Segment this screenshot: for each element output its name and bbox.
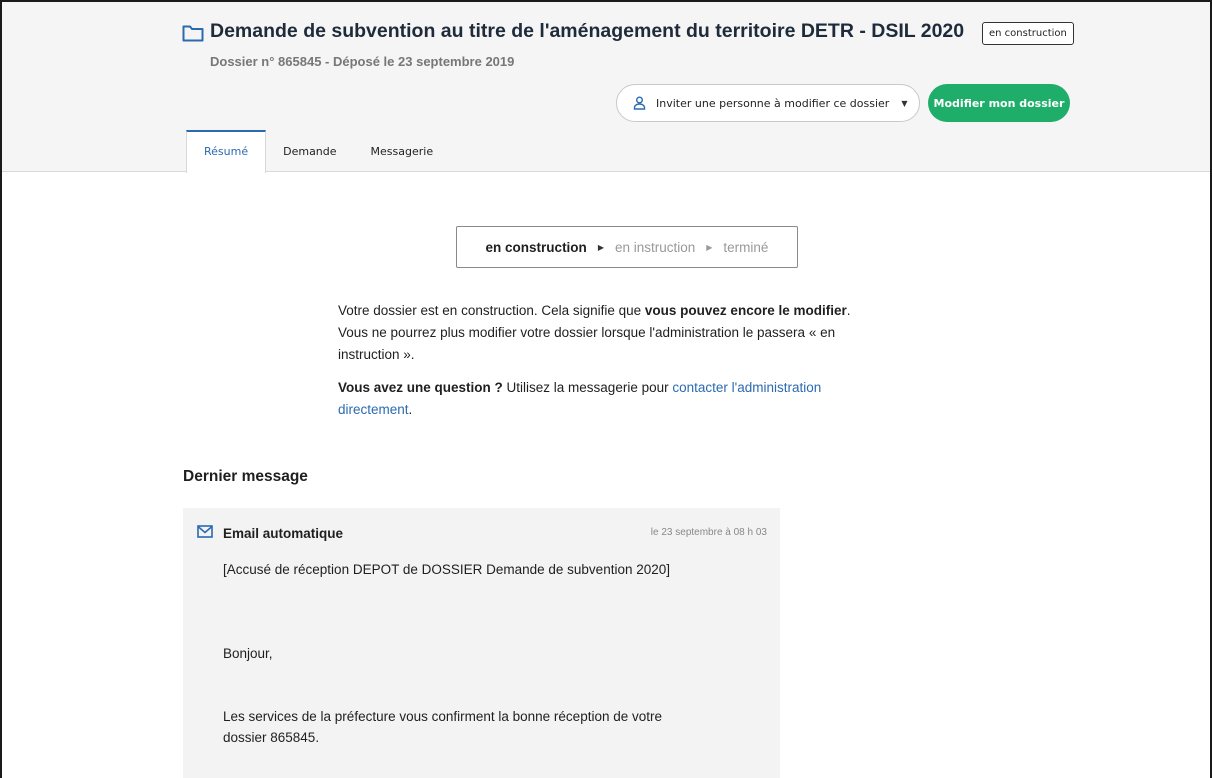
page-title: Demande de subvention au titre de l'amén… — [210, 20, 965, 42]
question-text-bold: Vous avez une question ? — [338, 380, 503, 395]
progress-step-current: en construction — [485, 239, 587, 255]
triangle-right-icon: ▶ — [706, 242, 713, 252]
invite-button-label: Inviter une personne à modifier ce dossi… — [656, 96, 890, 110]
message-sender: Email automatique — [223, 526, 344, 541]
status-text-bold: vous pouvez encore le modifier — [644, 303, 847, 318]
message-card: Email automatique le 23 septembre à 08 h… — [183, 508, 780, 778]
message-date: le 23 septembre à 08 h 03 — [650, 527, 767, 538]
last-message-heading: Dernier message — [183, 468, 308, 485]
tab-demande[interactable]: Demande — [266, 130, 353, 172]
edit-dossier-button[interactable]: Modifier mon dossier — [928, 84, 1070, 122]
status-explanation: Votre dossier est en construction. Cela … — [338, 300, 878, 432]
status-text: Votre dossier est en construction. Cela … — [338, 303, 645, 318]
dossier-tabs: Résumé Demande Messagerie — [186, 130, 451, 173]
question-text-end: . — [408, 402, 413, 417]
tab-messagerie[interactable]: Messagerie — [354, 130, 451, 172]
progress-step-instruction: en instruction — [614, 239, 696, 255]
question-text: Utilisez la messagerie pour — [502, 380, 673, 395]
dossier-header: Demande de subvention au titre de l'amén… — [2, 2, 1210, 173]
mail-icon — [197, 525, 213, 538]
status-badge: en construction — [982, 22, 1074, 45]
triangle-right-icon: ▶ — [597, 242, 604, 252]
dossier-subtitle: Dossier n° 865845 - Déposé le 23 septemb… — [210, 54, 515, 69]
question-paragraph: Vous avez une question ? Utilisez la mes… — [338, 377, 878, 421]
message-subject: [Accusé de réception DEPOT de DOSSIER De… — [223, 562, 671, 577]
status-progress: en construction ▶ en instruction ▶ termi… — [456, 226, 798, 268]
invite-person-button[interactable]: Inviter une personne à modifier ce dossi… — [616, 84, 920, 122]
message-greeting: Bonjour, — [223, 646, 273, 661]
message-body-line: Les services de la préfecture vous confi… — [223, 709, 662, 724]
caret-down-icon: ▼ — [901, 98, 908, 108]
person-icon — [633, 96, 646, 110]
progress-step-termine: terminé — [723, 239, 769, 255]
message-body-line: dossier 865845. — [223, 730, 320, 745]
tab-resume[interactable]: Résumé — [186, 130, 267, 173]
folder-icon — [182, 25, 204, 42]
status-paragraph: Votre dossier est en construction. Cela … — [338, 300, 878, 366]
